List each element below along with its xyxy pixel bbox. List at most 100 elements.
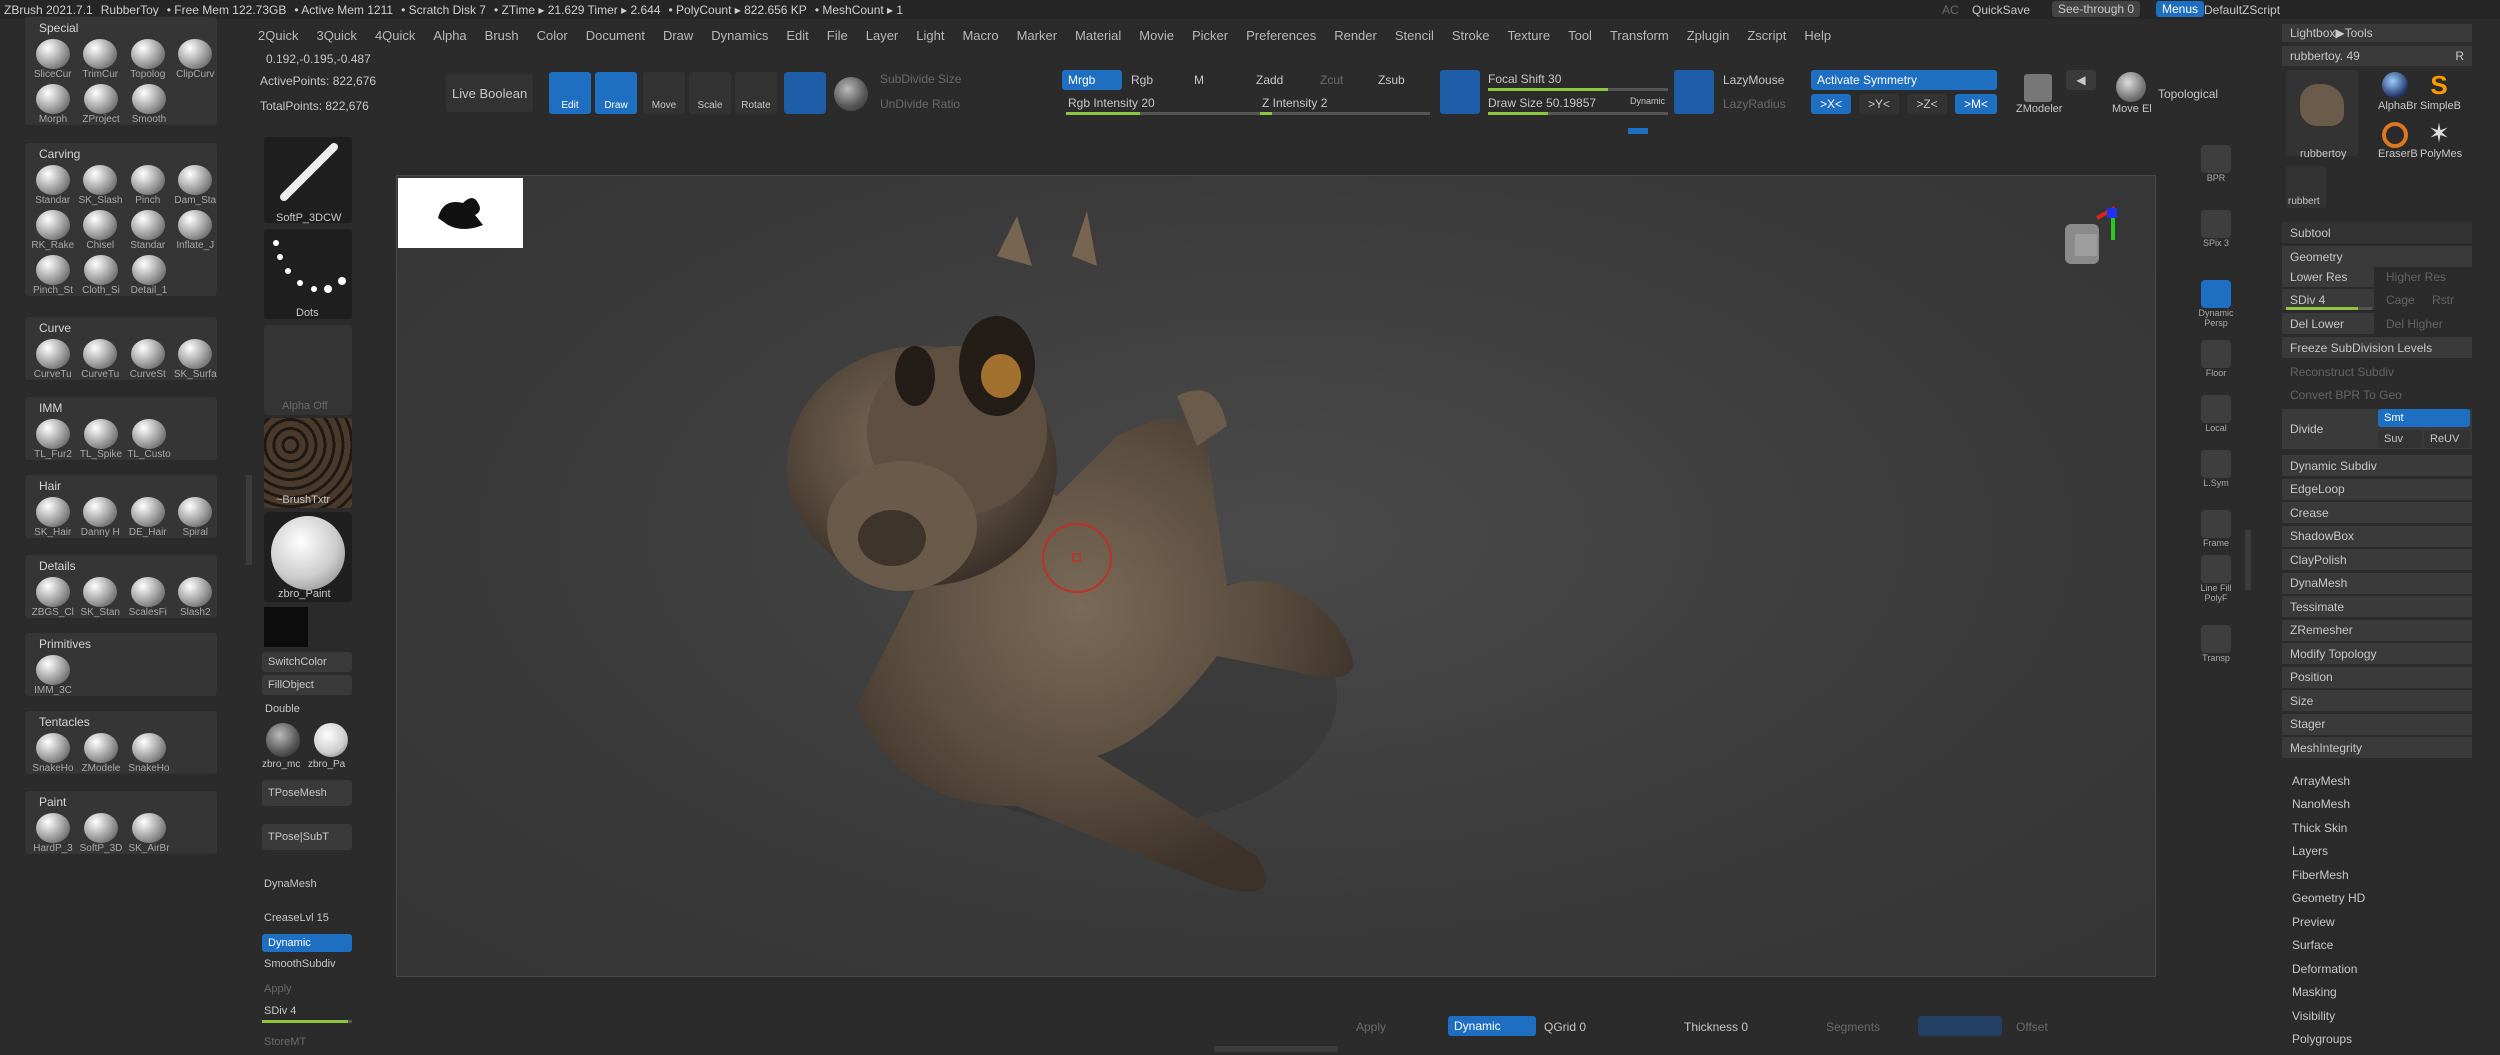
tool-section[interactable]: Masking bbox=[2282, 982, 2472, 1003]
brush-item[interactable]: TL_Fur2 bbox=[31, 419, 75, 460]
menu-item[interactable]: 3Quick bbox=[316, 28, 356, 43]
reconstruct-subdiv-button[interactable]: Reconstruct Subdiv bbox=[2282, 361, 2472, 382]
brush-item[interactable]: ZProject bbox=[79, 84, 123, 125]
menu-item[interactable]: 2Quick bbox=[258, 28, 298, 43]
sphere-icon[interactable] bbox=[834, 77, 868, 111]
lower-res-button[interactable]: Lower Res bbox=[2282, 266, 2374, 287]
menu-item[interactable]: Color bbox=[537, 28, 568, 43]
store-mt-button[interactable]: StoreMT bbox=[264, 1036, 306, 1048]
view-control-button[interactable]: Line Fill PolyF bbox=[2196, 555, 2236, 603]
menu-item[interactable]: 4Quick bbox=[375, 28, 415, 43]
thickness-slider[interactable]: Thickness 0 bbox=[1684, 1020, 1748, 1034]
view-control-button[interactable]: Frame bbox=[2196, 510, 2236, 548]
menu-item[interactable]: Document bbox=[586, 28, 645, 43]
double-button[interactable]: Double bbox=[265, 703, 300, 715]
tool-section[interactable]: Geometry HD bbox=[2282, 888, 2472, 909]
brush-item[interactable]: Morph bbox=[31, 84, 75, 125]
qgrid-slider[interactable]: QGrid 0 bbox=[1544, 1020, 1586, 1034]
sdiv-slider[interactable]: SDiv 4 bbox=[264, 1005, 296, 1017]
smt-toggle[interactable]: Smt bbox=[2378, 409, 2470, 427]
tool-section[interactable]: ArrayMesh bbox=[2282, 770, 2472, 791]
brush-item[interactable]: ClipCurv bbox=[174, 39, 218, 80]
geometry-header[interactable]: Geometry bbox=[2282, 246, 2472, 267]
lazymouse-icon[interactable] bbox=[1674, 70, 1714, 114]
brush-item[interactable]: Inflate_J bbox=[174, 210, 218, 251]
brush-group-title[interactable]: Primitives bbox=[39, 637, 217, 651]
zmodeler-icon[interactable] bbox=[2024, 74, 2052, 102]
alpha-brush-icon[interactable] bbox=[2382, 72, 2408, 98]
brush-group-title[interactable]: Details bbox=[39, 559, 217, 573]
stroke-icon[interactable] bbox=[1440, 70, 1480, 114]
rubber-toy-model[interactable] bbox=[397, 176, 2157, 978]
view-cube-icon[interactable] bbox=[2057, 206, 2117, 286]
arrow-left-icon[interactable]: ◀ bbox=[2066, 70, 2096, 90]
tool-section[interactable]: Preview bbox=[2282, 911, 2472, 932]
menu-item[interactable]: Draw bbox=[663, 28, 693, 43]
material-ball-2[interactable] bbox=[314, 723, 348, 757]
lightbox-tools-button[interactable]: Lightbox▶Tools bbox=[2282, 24, 2472, 42]
tool-section[interactable]: Thick Skin bbox=[2282, 817, 2472, 838]
bottom-apply-button[interactable]: Apply bbox=[1356, 1020, 1386, 1034]
tool-section[interactable]: Surface bbox=[2282, 935, 2472, 956]
freeze-subdivision-button[interactable]: Freeze SubDivision Levels bbox=[2282, 337, 2472, 358]
m-button[interactable]: M bbox=[1194, 73, 1204, 87]
mrgb-button[interactable]: Mrgb bbox=[1062, 70, 1122, 90]
rgb-button[interactable]: Rgb bbox=[1131, 73, 1153, 87]
dynamic-size-toggle[interactable]: Dynamic bbox=[1630, 96, 1665, 106]
brush-item[interactable]: Smooth bbox=[127, 84, 171, 125]
lazyradius-slider[interactable]: LazyRadius bbox=[1723, 97, 1786, 111]
sym-m-button[interactable]: >M< bbox=[1955, 94, 1997, 114]
menu-item[interactable]: Light bbox=[916, 28, 944, 43]
brush-item[interactable]: Dam_Sta bbox=[174, 165, 218, 206]
sym-y-button[interactable]: >Y< bbox=[1859, 94, 1899, 114]
brush-item[interactable]: Danny H bbox=[79, 497, 123, 538]
brush-item[interactable]: Cloth_Si bbox=[79, 255, 123, 296]
menu-item[interactable]: Tool bbox=[1568, 28, 1592, 43]
brush-item[interactable]: TL_Custo bbox=[127, 419, 171, 460]
crease-level-slider[interactable]: CreaseLvl 15 bbox=[264, 912, 329, 924]
bottom-tray-handle[interactable] bbox=[1214, 1046, 1338, 1052]
r-button[interactable]: R bbox=[2455, 49, 2464, 63]
brush-item[interactable]: ScalesFi bbox=[126, 577, 170, 618]
bottom-dynamic-button[interactable]: Dynamic bbox=[1448, 1016, 1536, 1036]
geometry-subpalette[interactable]: MeshIntegrity bbox=[2282, 737, 2472, 758]
tool-thumb-rubbertoy[interactable] bbox=[2286, 70, 2358, 156]
subtool-header[interactable]: Subtool bbox=[2282, 222, 2472, 243]
rubbertoy-slider[interactable]: rubbertoy. 49 R bbox=[2282, 46, 2472, 66]
edit-button[interactable]: Edit bbox=[549, 72, 591, 114]
geometry-subpalette[interactable]: ClayPolish bbox=[2282, 549, 2472, 570]
brush-item[interactable]: SK_Slash bbox=[79, 165, 122, 206]
tool-section[interactable]: NanoMesh bbox=[2282, 794, 2472, 815]
left-tray-handle[interactable] bbox=[246, 475, 252, 565]
geometry-subpalette[interactable]: Tessimate bbox=[2282, 596, 2472, 617]
brush-item[interactable]: SK_AirBr bbox=[127, 813, 171, 854]
brush-item[interactable]: Spiral bbox=[174, 497, 218, 538]
zsub-button[interactable]: Zsub bbox=[1378, 73, 1405, 87]
move-button[interactable]: Move bbox=[643, 72, 685, 114]
material-ball-1[interactable] bbox=[266, 723, 300, 757]
fill-object-button[interactable]: FillObject bbox=[262, 675, 352, 695]
rstr-button[interactable]: Rstr bbox=[2424, 289, 2470, 310]
menu-item[interactable]: Movie bbox=[1139, 28, 1174, 43]
brush-group-title[interactable]: Carving bbox=[39, 147, 217, 161]
brush-item[interactable]: Pinch bbox=[126, 165, 170, 206]
menu-item[interactable]: Zplugin bbox=[1687, 28, 1730, 43]
sym-z-button[interactable]: >Z< bbox=[1907, 94, 1947, 114]
tool-section[interactable]: Polygroups bbox=[2282, 1029, 2472, 1050]
menu-item[interactable]: Alpha bbox=[433, 28, 466, 43]
polymesh-star-icon[interactable]: ✶ bbox=[2426, 120, 2452, 146]
gizmo-icon[interactable] bbox=[784, 72, 826, 114]
menu-item[interactable]: Macro bbox=[962, 28, 998, 43]
brush-item[interactable]: SK_Stan bbox=[79, 577, 123, 618]
bottom-disabled-toggle[interactable] bbox=[1918, 1016, 2002, 1036]
view-control-button[interactable]: Floor bbox=[2196, 340, 2236, 378]
view-control-button[interactable]: L.Sym bbox=[2196, 450, 2236, 488]
apply-button[interactable]: Apply bbox=[264, 983, 292, 995]
brush-item[interactable]: DE_Hair bbox=[126, 497, 170, 538]
geometry-subpalette[interactable]: DynaMesh bbox=[2282, 572, 2472, 594]
menu-item[interactable]: Material bbox=[1075, 28, 1121, 43]
menu-item[interactable]: Brush bbox=[485, 28, 519, 43]
menu-item[interactable]: Picker bbox=[1192, 28, 1228, 43]
draw-size-slider[interactable]: Draw Size 50.19857 bbox=[1488, 96, 1596, 110]
convert-bpr-button[interactable]: Convert BPR To Geo bbox=[2282, 384, 2472, 405]
